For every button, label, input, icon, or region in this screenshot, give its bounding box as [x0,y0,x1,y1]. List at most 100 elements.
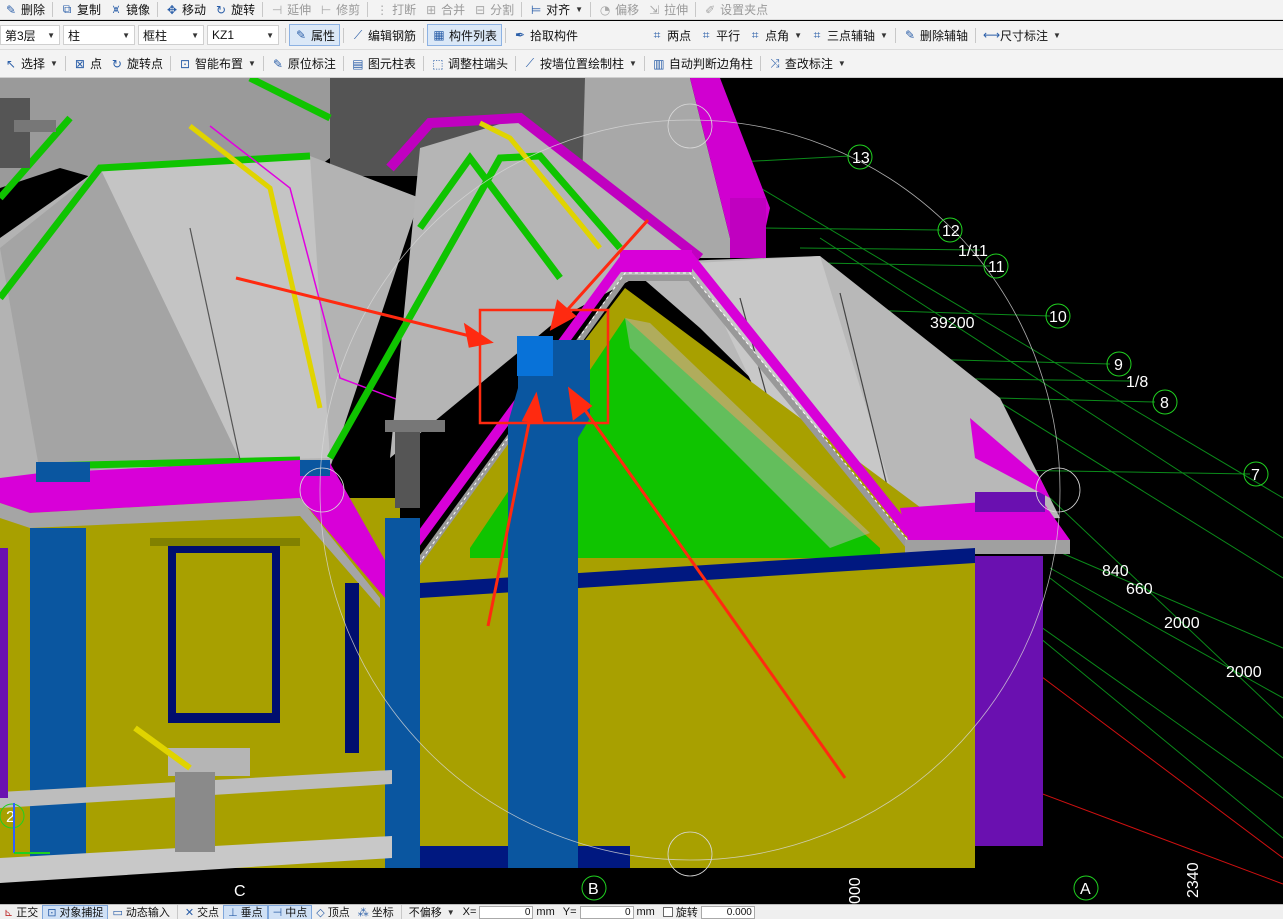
rotate-checkbox[interactable] [662,907,673,917]
three-point-axis-button[interactable]: ⌗ 三点辅轴 ▼ [806,21,892,49]
intersection-icon: ✕ [184,906,195,919]
delete-axis-icon: ✎ [904,28,915,42]
point-angle-button-label: 点角 [765,28,790,43]
vertex-snap[interactable]: ◇ 顶点 [312,905,353,919]
select-button[interactable]: ↖ 选择 ▼ [0,50,62,77]
object-snap-toggle[interactable]: ⊡ 对象捕捉 [42,905,109,919]
column-cap [36,462,90,482]
snap-icon: ⊡ [47,906,57,919]
in-situ-label-button[interactable]: ✎ 原位标注 [267,50,340,77]
rotate-input[interactable]: 0.000 [700,905,755,919]
check-label-button[interactable]: ⤨ 查改标注 ▼ [764,50,850,77]
chevron-down-icon[interactable]: ▼ [838,59,846,68]
window-lintel [150,538,300,546]
properties-button-label: 属性 [311,28,336,43]
draw-column-by-wall-button-label: 按墙位置绘制柱 [539,57,624,71]
extend-button-label: 延伸 [287,3,312,17]
rotate-point-icon: ↻ [111,56,122,71]
stretch-button[interactable]: ⇲ 拉伸 [643,0,692,19]
extend-button[interactable]: ⊣ 延伸 [266,0,315,19]
chevron-down-icon[interactable]: ▼ [880,31,888,40]
column-table-icon: ▤ [352,56,364,71]
midpoint-snap[interactable]: ⊣ 中点 [267,905,313,919]
pick-icon: ✒ [515,28,526,42]
x-input[interactable]: 0 [479,905,534,919]
point-angle-button[interactable]: ⌗ 点角 ▼ [744,21,806,49]
column-table-button-label: 图元柱表 [367,57,416,71]
status-divider [176,905,178,919]
adjust-column-end-button[interactable]: ⬚ 调整柱端头 [427,50,512,77]
draw-column-by-wall-button[interactable]: ⟋ 按墙位置绘制柱 ▼ [519,50,641,77]
pick-component-button[interactable]: ✒ 拾取构件 [509,21,582,49]
floor-select[interactable]: 第3层 ▼ [0,25,60,45]
rotate-point-button[interactable]: ↻ 旋转点 [106,50,167,77]
axis-1-8: 1/8 [1126,374,1148,391]
x-label: X= [462,906,477,918]
dimension-2000-b: 2000 [1226,664,1262,681]
align-button[interactable]: ⊨ 对齐 ▼ [525,0,587,19]
smart-layout-button[interactable]: ⊡ 智能布置 ▼ [174,50,260,77]
midpoint-icon: ⊣ [272,906,283,919]
component-select-value: KZ1 [212,28,235,42]
type-select[interactable]: 框柱 ▼ [138,25,204,45]
properties-button[interactable]: ✎ 属性 [289,24,341,46]
auto-corner-column-button[interactable]: ▥ 自动判断边角柱 [648,50,757,77]
chevron-down-icon[interactable]: ▼ [248,59,256,68]
roof-post-cap [385,420,445,432]
axis-B: B [588,881,599,898]
trim-button[interactable]: ⊢ 修剪 [315,0,364,19]
split-button[interactable]: ⊟ 分割 [469,0,518,19]
rotate-button[interactable]: ↻ 旋转 [210,0,259,19]
y-input[interactable]: 0 [579,905,634,919]
edit-rebar-button[interactable]: ⟋ 编辑钢筋 [347,21,420,49]
dynamic-input-toggle[interactable]: ▭ 动态输入 [108,905,173,919]
status-divider [400,905,402,919]
red-axis-line [1029,667,1283,859]
component-select[interactable]: KZ1 ▼ [207,25,279,45]
set-grip-button[interactable]: ✐ 设置夹点 [699,0,772,19]
three-point-icon: ⌗ [813,27,821,42]
delete-button[interactable]: ✎ 删除 [0,0,49,19]
mirror-icon: ⩙ [112,2,120,16]
mirror-button[interactable]: ⩙ 镜像 [105,0,154,19]
3d-model-canvas[interactable]: 13 12 1/11 11 10 9 1/8 8 7 2 B A C 39200 [0,78,1283,904]
component-list-button-label: 构件列表 [449,28,498,43]
3d-viewport[interactable]: 13 12 1/11 11 10 9 1/8 8 7 2 B A C 39200 [0,78,1283,904]
two-point-button-label: 两点 [667,28,692,43]
perpendicular-snap[interactable]: ⊥ 垂点 [223,905,268,919]
offset-mode-select[interactable]: 不偏移 ▼ [405,905,459,919]
move-button[interactable]: ✥ 移动 [161,0,210,19]
chevron-down-icon[interactable]: ▼ [1053,31,1061,40]
category-select[interactable]: 柱 ▼ [63,25,135,45]
chevron-down-icon[interactable]: ▼ [794,31,802,40]
target-column-top [517,336,553,376]
chevron-down-icon[interactable]: ▼ [50,59,58,68]
parallel-button[interactable]: ⌗ 平行 [695,21,744,49]
set-grip-button-label: 设置夹点 [720,3,769,17]
axis-10: 10 [1049,309,1067,326]
move-button-label: 移动 [182,3,207,17]
in-situ-label-button-label: 原位标注 [287,57,336,71]
break-button-label: 打断 [392,3,417,17]
component-list-button[interactable]: ▦ 构件列表 [427,24,503,46]
extend-icon: ⊣ [271,2,283,17]
dimension-button[interactable]: ⟷ 尺寸标注 ▼ [979,21,1065,49]
dimension-660: 660 [1126,581,1153,598]
coordinate-snap[interactable]: ⁂ 坐标 [354,905,398,919]
break-button[interactable]: ⋮ 打断 [371,0,420,19]
merge-button[interactable]: ⊞ 合并 [420,0,469,19]
split-icon: ⊟ [475,2,486,17]
two-point-button[interactable]: ⌗ 两点 [646,21,695,49]
chevron-down-icon[interactable]: ▼ [629,59,637,68]
orthogonal-toggle[interactable]: ⊾ 正交 [0,905,42,919]
offset-button[interactable]: ◔ 偏移 [594,0,643,19]
copy-button[interactable]: ⧉ 复制 [56,0,105,19]
point-button[interactable]: ⊠ 点 [69,50,106,77]
parallel-icon: ⌗ [702,27,710,42]
intersection-snap[interactable]: ✕ 交点 [181,905,223,919]
chevron-down-icon: ▼ [191,30,199,40]
left-column [30,528,86,868]
chevron-down-icon[interactable]: ▼ [575,5,583,14]
delete-axis-button[interactable]: ✎ 删除辅轴 [899,21,972,49]
column-table-button[interactable]: ▤ 图元柱表 [347,50,420,77]
